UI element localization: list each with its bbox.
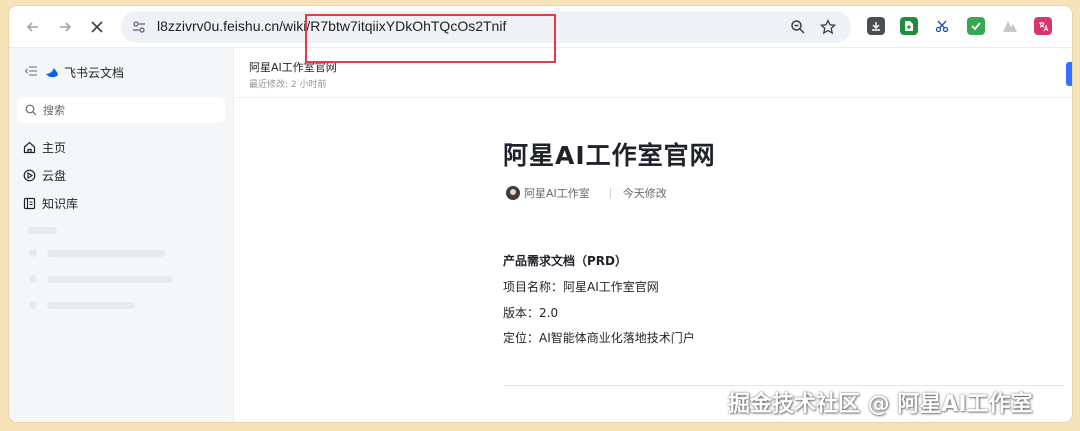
back-button[interactable]: [21, 15, 45, 39]
sidebar-brand[interactable]: 飞书云文档: [24, 64, 125, 81]
loading-placeholder: [47, 302, 135, 309]
loading-placeholder: [29, 275, 37, 283]
watermark: 掘金技术社区 @ 阿星AI工作室: [728, 392, 1033, 417]
loading-placeholder: [27, 227, 57, 234]
download-extension-icon[interactable]: [867, 17, 885, 35]
sidebar-item-cloud-drive[interactable]: 云盘: [23, 167, 66, 184]
checkmark-extension-icon[interactable]: [967, 17, 985, 35]
avatar[interactable]: [506, 186, 520, 200]
zoom-icon[interactable]: [789, 18, 807, 36]
forward-button[interactable]: [53, 15, 77, 39]
document-meta: 阿星AI工作室 今天修改: [506, 185, 667, 201]
sidebar-search-input[interactable]: 搜索: [17, 97, 225, 123]
arrow-right-icon: [60, 22, 72, 32]
bookmark-star-icon[interactable]: [819, 18, 837, 36]
doc-heading-prd[interactable]: 产品需求文档（PRD）: [503, 252, 627, 269]
mountain-extension-icon[interactable]: [1001, 17, 1019, 35]
arrow-left-icon: [26, 22, 38, 32]
doc-line-project-name[interactable]: 项目名称：阿星AI工作室官网: [503, 278, 659, 295]
cloud-drive-icon: [23, 169, 36, 182]
sidebar-item-home[interactable]: 主页: [23, 139, 66, 156]
header-last-modified: 最近修改: 2 小时前: [249, 80, 327, 90]
sidebar-item-label: 主页: [42, 141, 67, 155]
sidebar-brand-name: 飞书云文档: [64, 66, 125, 80]
site-settings-icon[interactable]: [131, 19, 147, 35]
meta-divider: [609, 188, 611, 198]
search-placeholder: 搜索: [43, 104, 65, 117]
collapse-sidebar-icon[interactable]: [24, 66, 39, 79]
loading-placeholder: [29, 301, 37, 309]
author-name[interactable]: 阿星AI工作室: [524, 185, 590, 201]
document-extension-icon[interactable]: [900, 17, 918, 35]
share-button-edge[interactable]: [1066, 62, 1072, 86]
doc-line-version[interactable]: 版本：2.0: [503, 304, 558, 321]
home-icon: [23, 141, 36, 154]
stop-loading-button[interactable]: [85, 15, 109, 39]
sidebar-item-label: 云盘: [42, 169, 67, 183]
url-highlight-annotation: [305, 14, 556, 63]
modified-time: 今天修改: [622, 187, 667, 200]
sidebar-item-label: 知识库: [42, 197, 79, 211]
sidebar: 飞书云文档 搜索 主页 云盘 知识库: [9, 48, 234, 422]
browser-window: l8zzivrv0u.feishu.cn/wiki/R7btw7itqiixYD…: [9, 6, 1072, 422]
loading-placeholder: [47, 250, 165, 257]
loading-placeholder: [47, 276, 173, 283]
doc-line-positioning[interactable]: 定位：AI智能体商业化落地技术门户: [503, 329, 695, 346]
document-title[interactable]: 阿星AI工作室官网: [503, 136, 716, 172]
scissors-extension-icon[interactable]: [933, 17, 951, 35]
loading-placeholder: [29, 249, 37, 257]
translate-extension-icon[interactable]: [1034, 17, 1052, 35]
knowledge-base-icon: [23, 197, 36, 210]
feishu-docs-logo-icon: [46, 67, 58, 77]
close-icon: [91, 21, 103, 33]
sidebar-item-knowledge-base[interactable]: 知识库: [23, 195, 78, 212]
search-icon: [25, 104, 37, 116]
